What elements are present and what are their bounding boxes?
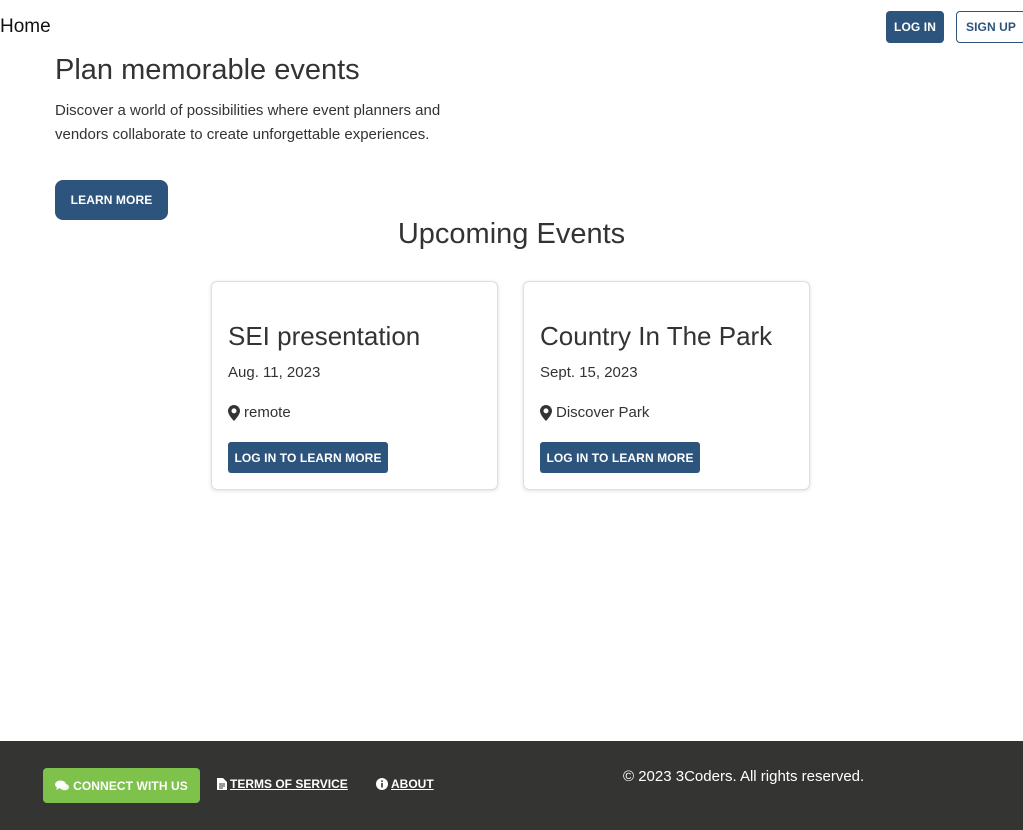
event-date: Aug. 11, 2023 [228,364,321,381]
hero-title: Plan memorable events [55,54,360,86]
connect-with-us-button[interactable]: CONNECT WITH US [43,768,200,803]
copyright-text: © 2023 3Coders. All rights reserved. [623,768,865,785]
hero-description: Discover a world of possibilities where … [55,102,441,143]
terms-of-service-link[interactable]: TERMS OF SERVICE [217,777,348,791]
event-date: Sept. 15, 2023 [540,364,638,381]
connect-label: CONNECT WITH US [73,778,188,793]
event-location: remote [228,404,291,421]
event-location-text: Discover Park [556,404,650,421]
event-location-text: remote [244,404,291,421]
learn-more-button[interactable]: LEARN MORE [55,180,168,220]
map-marker-icon [540,404,552,421]
event-card: Country In The Park Sept. 15, 2023 Disco… [523,281,810,490]
login-button[interactable]: LOG IN [886,11,944,43]
info-icon [376,778,388,790]
home-link[interactable]: Home [0,16,51,38]
event-card: SEI presentation Aug. 11, 2023 remote LO… [211,281,498,490]
upcoming-events-heading: Upcoming Events [397,218,626,250]
terms-label: TERMS OF SERVICE [230,777,348,791]
signup-button[interactable]: SIGN UP [956,11,1023,43]
about-link[interactable]: ABOUT [376,777,434,791]
event-title: Country In The Park [540,321,773,351]
event-location: Discover Park [540,404,649,421]
file-icon [217,778,227,790]
footer: CONNECT WITH US TERMS OF SERVICE ABOUT ©… [0,741,1023,830]
comments-icon [55,780,70,792]
event-login-button[interactable]: LOG IN TO LEARN MORE [540,442,700,473]
event-title: SEI presentation [228,321,421,351]
about-label: ABOUT [391,777,434,791]
event-login-button[interactable]: LOG IN TO LEARN MORE [228,442,388,473]
map-marker-icon [228,404,240,421]
